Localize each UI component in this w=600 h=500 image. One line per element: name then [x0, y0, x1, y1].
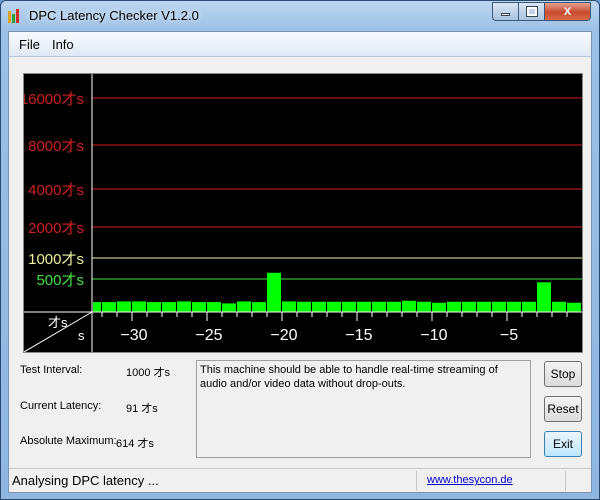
- y-tick-label: 4000才s: [28, 182, 84, 199]
- current-latency-label: Current Latency:: [20, 400, 102, 412]
- menu-info[interactable]: Info: [46, 32, 80, 56]
- latency-bar: [192, 302, 206, 312]
- y-tick-label: 2000才s: [28, 220, 84, 237]
- website-link[interactable]: www.thesycon.de: [427, 474, 513, 486]
- menu-file[interactable]: File: [13, 32, 46, 56]
- app-bar-chart-icon: [8, 9, 22, 23]
- status-divider: [565, 471, 566, 491]
- latency-bar: [252, 302, 266, 312]
- latency-bar: [93, 302, 101, 312]
- latency-bar: [342, 301, 356, 312]
- y-tick-label: 500才s: [36, 272, 84, 289]
- latency-bar: [162, 302, 176, 312]
- maximize-icon: [525, 6, 538, 17]
- x-tick-label: −15: [345, 327, 372, 344]
- test-interval-value: 1000 才s: [126, 367, 171, 379]
- exit-button[interactable]: Exit: [544, 431, 582, 457]
- latency-bar: [402, 300, 416, 312]
- latency-bar: [117, 301, 131, 312]
- stop-button[interactable]: Stop: [544, 361, 582, 387]
- result-message: This machine should be able to handle re…: [196, 360, 531, 458]
- minimize-icon: [501, 13, 510, 16]
- latency-bar: [447, 301, 461, 312]
- latency-bar: [477, 301, 491, 312]
- latency-chart: 500才s 1000才s 2000才s 4000才s 8000才s 16000才s 才s s −…: [20, 73, 583, 353]
- latency-bar: [207, 302, 221, 312]
- latency-bar: [417, 301, 431, 312]
- latency-bar: [387, 301, 401, 312]
- x-tick-label: −20: [270, 327, 297, 344]
- latency-bar: [237, 301, 251, 312]
- minimize-button[interactable]: [492, 2, 519, 21]
- client-area: File Info 500才s 1000才s 2000才s 4000才s 8000才s 1…: [8, 31, 592, 493]
- x-unit-label: s: [78, 328, 85, 343]
- status-text: Analysing DPC latency ...: [12, 473, 159, 488]
- latency-bar: [132, 301, 146, 312]
- window-title: DPC Latency Checker V1.2.0: [29, 8, 199, 23]
- latency-bar: [327, 301, 341, 312]
- absolute-maximum-label: Absolute Maximum:: [20, 435, 117, 447]
- test-interval-label: Test Interval:: [20, 364, 83, 376]
- latency-bar: [552, 301, 566, 312]
- latency-bar: [507, 301, 521, 312]
- absolute-maximum-value: 614 才s: [116, 438, 154, 450]
- menu-bar: File Info: [9, 32, 591, 57]
- latency-bar: [282, 301, 296, 312]
- app-window: DPC Latency Checker V1.2.0 X File Info 5…: [0, 0, 600, 500]
- latency-bar: [567, 302, 581, 312]
- latency-bar: [462, 301, 476, 312]
- y-tick-label: 1000才s: [28, 251, 84, 268]
- x-tick-label: −10: [420, 327, 447, 344]
- title-bar[interactable]: DPC Latency Checker V1.2.0 X: [1, 1, 599, 31]
- y-unit-label: 才s: [48, 315, 68, 330]
- latency-bar: [537, 282, 551, 312]
- latency-bar: [522, 301, 536, 312]
- x-tick-label: −25: [195, 327, 222, 344]
- current-latency-value: 91 才s: [126, 403, 158, 415]
- close-button[interactable]: X: [544, 2, 591, 21]
- latency-bar: [432, 302, 446, 312]
- latency-bar: [357, 301, 371, 312]
- latency-bar: [222, 303, 236, 312]
- latency-bar: [372, 301, 386, 312]
- latency-bar: [267, 272, 281, 312]
- latency-bar: [297, 301, 311, 312]
- latency-bar: [177, 301, 191, 312]
- latency-chart-svg: 500才s 1000才s 2000才s 4000才s 8000才s 16000才s 才ss −…: [20, 74, 582, 353]
- status-bar: Analysing DPC latency ... www.thesycon.d…: [9, 468, 591, 492]
- y-tick-label: 8000才s: [28, 138, 84, 155]
- latency-bar: [147, 302, 161, 312]
- close-icon: X: [563, 5, 572, 18]
- y-tick-label: 16000才s: [24, 91, 84, 108]
- reset-button[interactable]: Reset: [544, 396, 582, 422]
- x-tick-label: −30: [120, 327, 147, 344]
- latency-bar: [102, 302, 116, 312]
- latency-bar: [492, 301, 506, 312]
- x-tick-label: −5: [500, 327, 518, 344]
- latency-bar: [312, 301, 326, 312]
- maximize-button[interactable]: [518, 2, 545, 21]
- status-divider: [416, 471, 417, 491]
